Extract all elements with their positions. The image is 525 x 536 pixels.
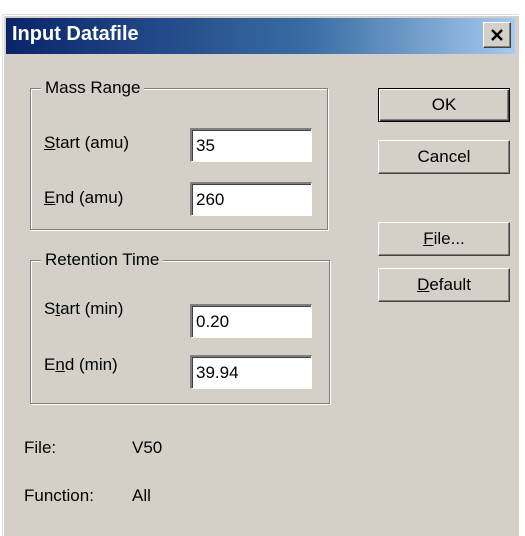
mass-start-field[interactable]	[190, 128, 312, 162]
file-info-value: V50	[132, 438, 163, 457]
mass-end-label: End (amu)	[44, 188, 124, 207]
retention-end-field[interactable]	[190, 355, 312, 389]
default-button[interactable]: Default	[378, 268, 510, 302]
function-info-value: All	[132, 486, 151, 505]
mass-end-field[interactable]	[190, 182, 312, 216]
retention-start-input[interactable]	[196, 312, 307, 332]
retention-start-label: Start (min)	[44, 299, 124, 318]
mass-range-legend: Mass Range	[41, 78, 145, 98]
retention-end-input[interactable]	[196, 363, 307, 383]
file-button[interactable]: File...	[378, 222, 510, 256]
input-datafile-dialog: Input Datafile Mass Range Start (amu) En…	[2, 14, 519, 536]
function-info-label: Function:	[24, 486, 94, 505]
retention-time-legend: Retention Time	[41, 250, 164, 270]
ok-button[interactable]: OK	[378, 88, 510, 122]
retention-start-field[interactable]	[190, 304, 312, 338]
close-button[interactable]	[483, 22, 511, 48]
file-info-label: File:	[24, 438, 57, 457]
mass-end-input[interactable]	[196, 190, 307, 210]
title-bar[interactable]: Input Datafile	[6, 18, 515, 54]
cancel-button[interactable]: Cancel	[378, 140, 510, 174]
mass-start-label: Start (amu)	[44, 133, 130, 152]
dialog-title: Input Datafile	[12, 23, 139, 45]
mass-start-input[interactable]	[196, 136, 307, 156]
retention-end-label: End (min)	[44, 355, 118, 374]
close-icon	[490, 29, 504, 41]
